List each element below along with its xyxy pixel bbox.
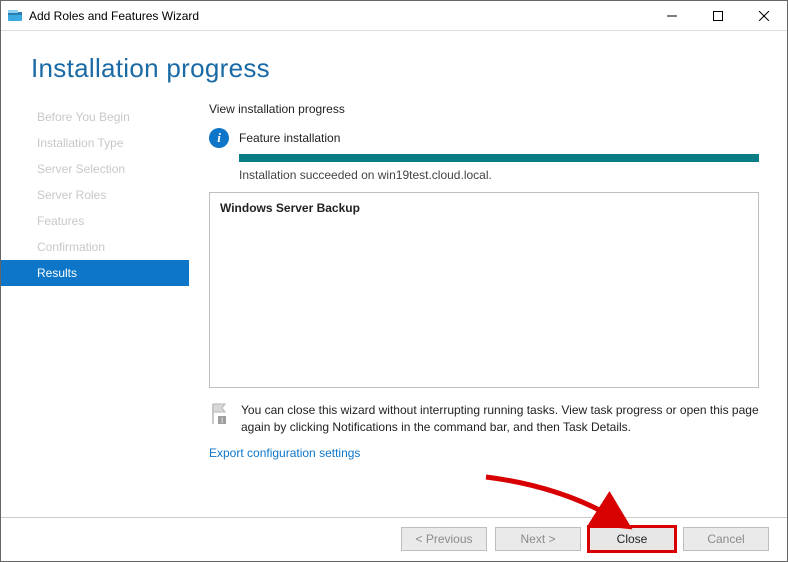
info-icon: i <box>209 128 229 148</box>
nav-server-roles[interactable]: Server Roles <box>1 182 189 208</box>
close-button[interactable]: Close <box>589 527 675 551</box>
svg-text:1: 1 <box>220 417 224 425</box>
wizard-footer: < Previous Next > Close Cancel <box>1 517 787 561</box>
results-item: Windows Server Backup <box>220 201 748 215</box>
window-controls <box>649 1 787 30</box>
close-window-button[interactable] <box>741 1 787 30</box>
wizard-header: Installation progress <box>1 31 787 92</box>
wizard-main: View installation progress i Feature ins… <box>189 92 787 492</box>
flag-icon: 1 <box>209 402 231 436</box>
next-button: Next > <box>495 527 581 551</box>
nav-results[interactable]: Results <box>1 260 189 286</box>
status-row: i Feature installation <box>209 128 759 148</box>
window-title: Add Roles and Features Wizard <box>29 9 649 23</box>
titlebar: Add Roles and Features Wizard <box>1 1 787 31</box>
wizard-body: Before You Begin Installation Type Serve… <box>1 92 787 492</box>
nav-confirmation[interactable]: Confirmation <box>1 234 189 260</box>
nav-before-you-begin[interactable]: Before You Begin <box>1 104 189 130</box>
progress-bar <box>239 154 759 162</box>
page-title: Installation progress <box>31 53 270 84</box>
info-note: 1 You can close this wizard without inte… <box>209 402 759 436</box>
wizard-nav: Before You Begin Installation Type Serve… <box>1 92 189 492</box>
export-settings-link[interactable]: Export configuration settings <box>209 446 360 460</box>
status-heading: Feature installation <box>239 131 340 145</box>
minimize-button[interactable] <box>649 1 695 30</box>
nav-server-selection[interactable]: Server Selection <box>1 156 189 182</box>
cancel-button: Cancel <box>683 527 769 551</box>
note-text: You can close this wizard without interr… <box>241 402 759 436</box>
results-box: Windows Server Backup <box>209 192 759 388</box>
nav-installation-type[interactable]: Installation Type <box>1 130 189 156</box>
status-message: Installation succeeded on win19test.clou… <box>239 168 759 182</box>
maximize-button[interactable] <box>695 1 741 30</box>
nav-features[interactable]: Features <box>1 208 189 234</box>
previous-button: < Previous <box>401 527 487 551</box>
server-manager-icon <box>7 8 23 24</box>
section-label: View installation progress <box>209 102 759 116</box>
